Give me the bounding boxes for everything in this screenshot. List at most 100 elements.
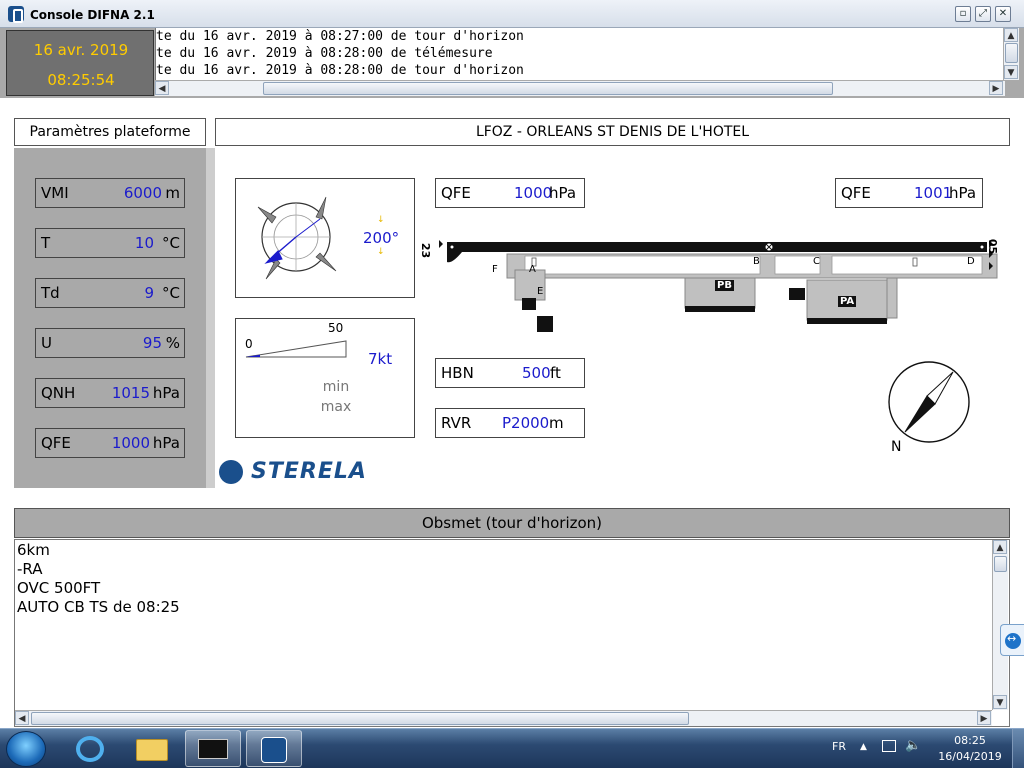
- scroll-right-icon[interactable]: ▶: [989, 81, 1003, 95]
- wind-rose-box: ↓ 200° ↓: [235, 178, 415, 298]
- runway-label-right: 05: [986, 238, 1000, 255]
- qfe-unit: hPa: [949, 184, 977, 202]
- message-list[interactable]: te du 16 avr. 2019 à 08:27:00 de tour d'…: [155, 28, 1005, 80]
- param-label: VMI: [41, 184, 69, 202]
- scroll-thumb[interactable]: [1005, 43, 1018, 63]
- wind-max-label: max: [320, 399, 352, 415]
- param-unit: hPa: [152, 434, 180, 452]
- hbn-value: 500: [522, 364, 551, 382]
- message-horizontal-scrollbar[interactable]: ◀ ▶: [155, 80, 1005, 96]
- scroll-left-icon[interactable]: ◀: [15, 711, 29, 725]
- param-td: Td 9 °C: [35, 278, 185, 308]
- wind-speed-fill: [246, 354, 260, 357]
- north-compass-icon: [888, 361, 970, 443]
- clock-time: 08:25:54: [47, 71, 115, 89]
- teamviewer-icon: [1005, 632, 1021, 649]
- scroll-up-icon[interactable]: ▲: [993, 540, 1007, 554]
- qfe-label: QFE: [841, 184, 871, 202]
- scroll-thumb[interactable]: [994, 556, 1007, 572]
- hbn-box: HBN 500 ft: [435, 358, 585, 388]
- param-unit: °C: [162, 284, 180, 302]
- qfe-value: 1000: [514, 184, 553, 202]
- scroll-up-icon[interactable]: ▲: [1004, 28, 1018, 42]
- param-t: T 10 °C: [35, 228, 185, 258]
- clock-date: 16 avr. 2019: [33, 41, 129, 59]
- clock-panel: 16 avr. 2019 08:25:54: [6, 30, 154, 96]
- parking-label: PA: [838, 296, 857, 307]
- taskbar-cmd-button[interactable]: [185, 730, 241, 767]
- rvr-label: RVR: [441, 414, 472, 432]
- tray-time[interactable]: 08:25: [935, 734, 1005, 747]
- message-line[interactable]: te du 16 avr. 2019 à 08:28:00 de tour d'…: [156, 63, 524, 78]
- taxiway-label: E: [537, 286, 544, 297]
- taskbar-difna-button[interactable]: [246, 730, 302, 767]
- param-label: U: [41, 334, 52, 352]
- start-button[interactable]: [6, 731, 46, 767]
- platform-params-title: Paramètres plateforme: [14, 118, 206, 146]
- param-label: Td: [41, 284, 60, 302]
- param-unit: °C: [162, 234, 180, 252]
- param-label: QNH: [41, 384, 76, 402]
- scroll-left-icon[interactable]: ◀: [155, 81, 169, 95]
- taskbar-ie-button[interactable]: [62, 730, 118, 767]
- message-line[interactable]: te du 16 avr. 2019 à 08:28:00 de télémes…: [156, 46, 493, 61]
- window-titlebar[interactable]: Console DIFNA 2.1 ▫ ⤢ ✕: [0, 0, 1024, 28]
- obsmet-line: -RA: [17, 560, 43, 578]
- hbn-unit: ft: [550, 364, 561, 382]
- param-label: T: [41, 234, 51, 252]
- sterela-logo-icon: [219, 460, 243, 484]
- param-unit: hPa: [152, 384, 180, 402]
- restore-down-icon[interactable]: ▫: [955, 6, 971, 22]
- rvr-unit: m: [549, 414, 564, 432]
- tray-date[interactable]: 16/04/2019: [935, 750, 1005, 763]
- internet-explorer-icon: [76, 736, 104, 762]
- taskbar-explorer-button[interactable]: [124, 730, 180, 767]
- obsmet-line: AUTO CB TS de 08:25: [17, 598, 180, 616]
- show-desktop-button[interactable]: [1012, 729, 1024, 768]
- obsmet-horizontal-scrollbar[interactable]: ◀ ▶: [15, 710, 992, 726]
- window-title: Console DIFNA 2.1: [30, 8, 155, 22]
- param-unit: m: [165, 184, 180, 202]
- message-vertical-scrollbar[interactable]: ▲ ▼: [1003, 28, 1019, 80]
- scroll-thumb[interactable]: [31, 712, 689, 725]
- param-vmi: VMI 6000 m: [35, 178, 185, 208]
- scroll-right-icon[interactable]: ▶: [977, 711, 991, 725]
- taxiway-label: A: [529, 264, 536, 275]
- hbn-label: HBN: [441, 364, 474, 382]
- wind-dir-bottom-arrow-icon: ↓: [377, 247, 385, 257]
- maximize-icon[interactable]: ⤢: [975, 6, 991, 22]
- param-u: U 95 %: [35, 328, 185, 358]
- param-value: 10: [134, 234, 154, 252]
- show-hidden-icons-icon[interactable]: ▲: [860, 742, 867, 752]
- qfe-left-box: QFE 1000 hPa: [435, 178, 585, 208]
- wind-speed-gauge: [245, 340, 347, 358]
- rvr-box: RVR P2000 m: [435, 408, 585, 438]
- wind-scale-min: 0: [245, 337, 253, 351]
- message-line[interactable]: te du 16 avr. 2019 à 08:27:00 de tour d'…: [156, 29, 524, 44]
- param-value: 1015: [111, 384, 150, 402]
- station-panel: ↓ 200° ↓ 0 50 7kt min max QFE 1000 hPa Q…: [215, 148, 1010, 488]
- scroll-thumb[interactable]: [263, 82, 833, 95]
- param-value: 1000: [111, 434, 150, 452]
- app-icon: [8, 6, 24, 23]
- runway: [447, 242, 987, 252]
- scroll-down-icon[interactable]: ▼: [1004, 65, 1018, 79]
- param-value: 95: [142, 334, 162, 352]
- station-title: LFOZ - ORLEANS ST DENIS DE L'HOTEL: [215, 118, 1010, 146]
- volume-icon[interactable]: 🔈: [905, 738, 921, 753]
- network-icon[interactable]: [882, 740, 896, 752]
- obsmet-text-area[interactable]: 6km -RA OVC 500FT AUTO CB TS de 08:25: [14, 539, 1010, 727]
- qfe-value: 1001: [914, 184, 953, 202]
- obsmet-title: Obsmet (tour d'horizon): [14, 508, 1010, 538]
- command-prompt-icon: [198, 739, 228, 759]
- wind-speed-box: 0 50 7kt min max: [235, 318, 415, 438]
- difna-console-icon: [261, 737, 287, 763]
- scroll-down-icon[interactable]: ▼: [993, 695, 1007, 709]
- param-label: QFE: [41, 434, 71, 452]
- close-icon[interactable]: ✕: [995, 6, 1011, 22]
- qfe-label: QFE: [441, 184, 471, 202]
- qfe-unit: hPa: [549, 184, 577, 202]
- obsmet-line: OVC 500FT: [17, 579, 101, 597]
- teamviewer-side-tab[interactable]: [1000, 624, 1024, 656]
- language-indicator[interactable]: FR: [832, 740, 846, 753]
